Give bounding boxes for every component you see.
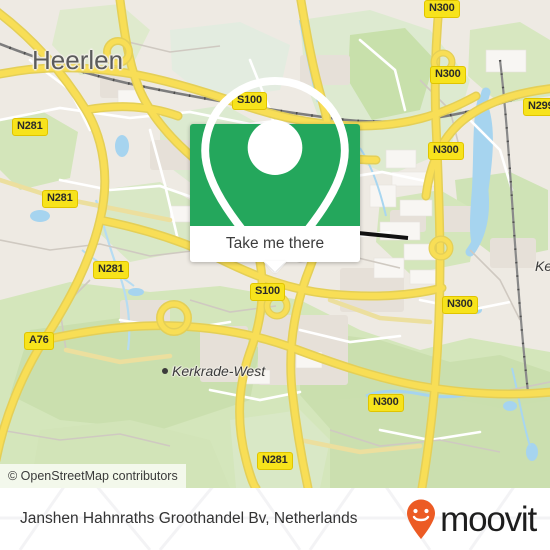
road-shield-n281-bottom: N281 — [257, 452, 293, 470]
road-shield-n281-mid: N281 — [93, 261, 129, 279]
road-shield-n281-left: N281 — [12, 118, 48, 136]
location-caption: Janshen Hahnraths Groothandel Bv, Nether… — [20, 510, 358, 527]
place-dot-kerkrade-west — [162, 368, 168, 374]
road-shield-n281-upper: N281 — [42, 190, 78, 208]
road-shield-n300-mid: N300 — [428, 142, 464, 160]
osm-attribution[interactable]: © OpenStreetMap contributors — [0, 464, 186, 488]
place-label-kerkrade-clipped: Ke — [535, 258, 550, 274]
road-shield-n299: N299 — [523, 98, 550, 116]
moovit-wordmark: moovit — [440, 499, 537, 539]
location-callout-card[interactable]: Take me there — [190, 76, 360, 274]
road-shield-n300-bottom: N300 — [368, 394, 404, 412]
map-pin-icon — [201, 76, 349, 274]
osm-attribution-text: © OpenStreetMap contributors — [8, 469, 178, 483]
road-shield-n300-lower: N300 — [442, 296, 478, 314]
road-shield-a76: A76 — [24, 332, 54, 350]
place-label-heerlen: Heerlen — [32, 45, 124, 75]
callout-icon-area — [190, 76, 360, 274]
moovit-logo[interactable]: moovit — [403, 498, 537, 540]
take-me-there-label: Take me there — [225, 235, 325, 252]
road-shield-n300-top: N300 — [424, 0, 460, 18]
road-shield-n300-upper: N300 — [430, 66, 466, 84]
map-screenshot: Heerlen Kerkrade-West Ke N300 N300 N299 … — [0, 0, 550, 550]
moovit-pin-icon — [407, 499, 436, 539]
callout-pointer-tail — [264, 261, 286, 272]
footer-bar: Janshen Hahnraths Groothandel Bv, Nether… — [0, 488, 550, 550]
map-canvas[interactable]: Heerlen Kerkrade-West Ke N300 N300 N299 … — [0, 0, 550, 488]
